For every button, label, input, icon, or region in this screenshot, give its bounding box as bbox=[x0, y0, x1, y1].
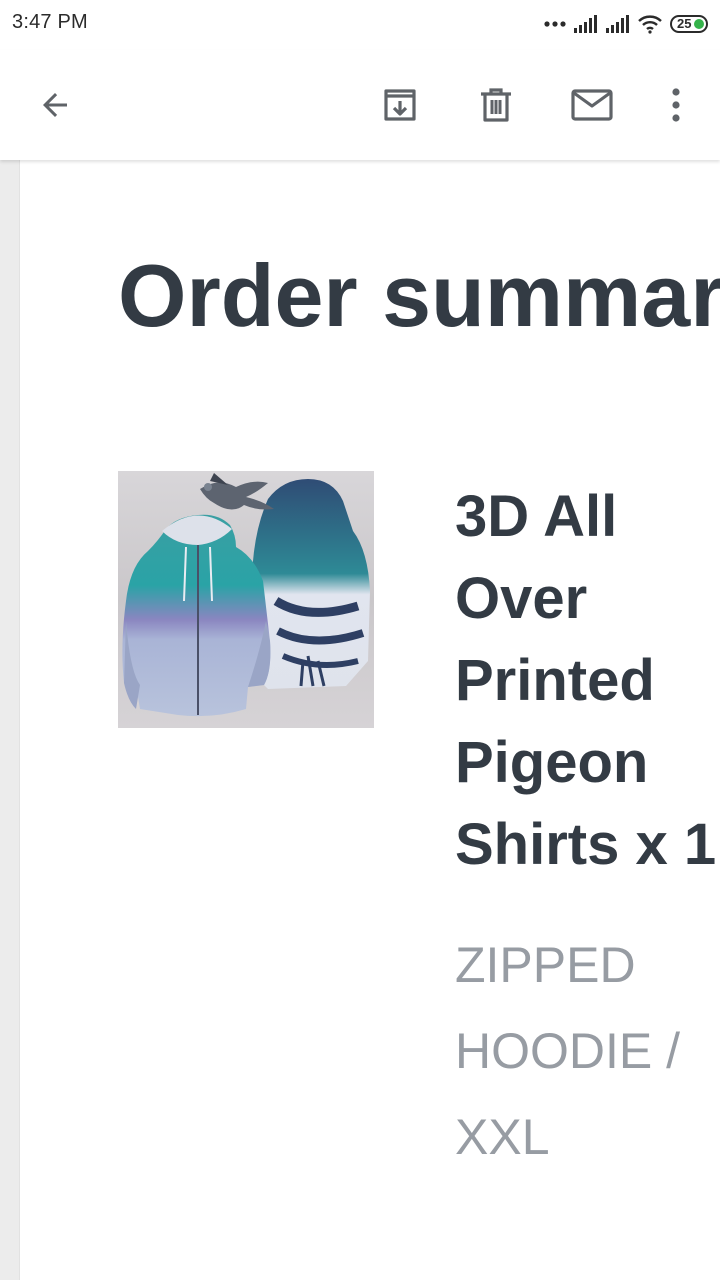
email-toolbar bbox=[0, 50, 720, 160]
mail-icon bbox=[571, 89, 613, 121]
product-title-line: Printed bbox=[455, 648, 655, 713]
battery-fill bbox=[694, 19, 704, 29]
product-variant-line: XXL bbox=[455, 1109, 550, 1165]
left-rail bbox=[0, 160, 20, 1280]
archive-icon bbox=[384, 89, 416, 121]
product-title: 3D All Over Printed Pigeon Shirts x 1 bbox=[455, 476, 720, 886]
product-variant-line: HOODIE / bbox=[455, 1023, 681, 1079]
order-summary-heading: Order summar bbox=[118, 246, 720, 345]
product-title-line: Over bbox=[455, 566, 588, 631]
product-variant-line: ZIPPED bbox=[455, 937, 636, 993]
product-image[interactable] bbox=[118, 471, 374, 728]
mark-unread-button[interactable] bbox=[565, 78, 619, 132]
battery-level: 25 bbox=[677, 16, 692, 31]
more-dots-icon bbox=[544, 21, 566, 27]
product-title-line: Pigeon bbox=[455, 730, 649, 795]
archive-button[interactable] bbox=[373, 78, 427, 132]
signal-icon bbox=[574, 15, 597, 33]
product-variant: ZIPPED HOODIE / XXL bbox=[455, 922, 720, 1180]
trash-icon bbox=[481, 88, 511, 122]
more-vert-icon bbox=[672, 88, 680, 122]
status-icons: 25 bbox=[536, 13, 708, 35]
email-body[interactable]: Order summar 3D All Over Printed Pigeon … bbox=[21, 160, 720, 1280]
product-title-line: Shirts x 1 bbox=[455, 812, 717, 877]
wifi-icon bbox=[638, 15, 662, 34]
battery-icon: 25 bbox=[670, 15, 708, 33]
delete-button[interactable] bbox=[469, 78, 523, 132]
status-bar: 3:47 PM 25 bbox=[0, 0, 720, 50]
signal-icon bbox=[606, 15, 629, 33]
more-options-button[interactable] bbox=[649, 78, 703, 132]
product-title-line: 3D All bbox=[455, 484, 618, 549]
back-arrow-icon bbox=[43, 93, 67, 117]
pigeon-hoodie-image bbox=[118, 471, 374, 728]
back-button[interactable] bbox=[28, 78, 82, 132]
status-time: 3:47 PM bbox=[12, 11, 88, 33]
